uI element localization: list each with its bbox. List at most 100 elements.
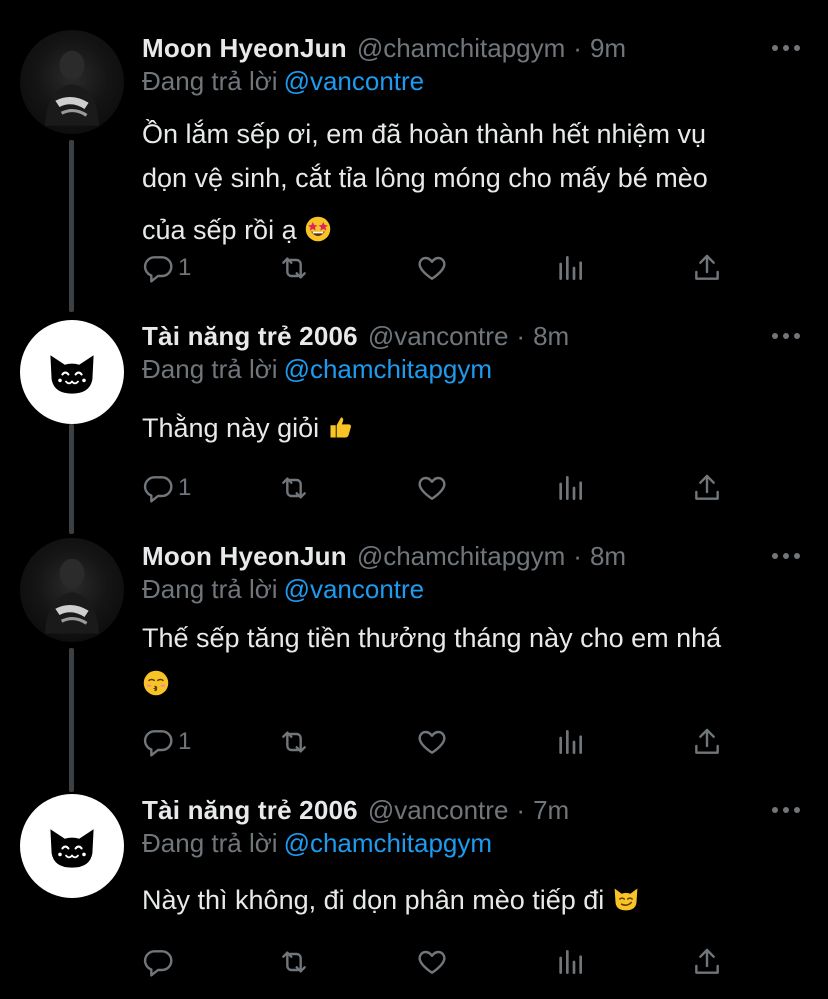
heart-icon <box>416 946 448 978</box>
display-name[interactable]: Tài năng trẻ 2006 <box>142 795 358 826</box>
star-struck-emoji-icon <box>304 215 332 243</box>
user-handle[interactable]: @chamchitapgym <box>357 541 565 572</box>
reply-icon <box>142 252 174 284</box>
kissing-face-emoji-icon <box>142 669 170 697</box>
tweet-text-line: Thằng này giỏi <box>142 406 782 450</box>
separator-dot: · <box>573 32 582 63</box>
reply-button[interactable] <box>142 944 178 980</box>
display-name[interactable]: Tài năng trẻ 2006 <box>142 321 358 352</box>
more-options-icon[interactable] <box>772 326 800 346</box>
reply-count: 1 <box>178 474 192 501</box>
analytics-button[interactable] <box>554 944 586 980</box>
user-handle[interactable]: @vancontre <box>368 321 509 352</box>
share-button[interactable] <box>691 470 723 506</box>
reply-button[interactable]: 1 <box>142 250 191 286</box>
thumbs-up-emoji-icon <box>327 413 355 441</box>
share-icon <box>691 726 723 758</box>
tweet-header: Moon HyeonJun @chamchitapgym · 9m <box>142 30 626 66</box>
replying-to: Đang trả lời @chamchitapgym <box>142 828 492 859</box>
replying-prefix: Đang trả lời <box>142 828 278 858</box>
display-name[interactable]: Moon HyeonJun <box>142 33 347 64</box>
smirking-cat-emoji-icon <box>612 885 640 913</box>
analytics-button[interactable] <box>554 470 586 506</box>
retweet-button[interactable] <box>278 250 310 286</box>
separator-dot: · <box>573 540 582 571</box>
analytics-button[interactable] <box>554 724 586 760</box>
share-icon <box>691 472 723 504</box>
tweet-text: Thế sếp tăng tiền thưởng tháng này cho e… <box>142 616 782 706</box>
replying-to: Đang trả lời @vancontre <box>142 66 424 97</box>
share-icon <box>691 946 723 978</box>
tweet-text: Thằng này giỏi <box>142 406 782 450</box>
tweet[interactable]: Moon HyeonJun @chamchitapgym · 9m Đang t… <box>0 30 828 300</box>
tweet-text: Ồn lắm sếp ơi, em đã hoàn thành hết nhiệ… <box>142 112 782 252</box>
reply-count: 1 <box>178 728 192 755</box>
person-photo-icon <box>20 538 124 642</box>
user-handle[interactable]: @vancontre <box>368 795 509 826</box>
tweet-text-line-last: của sếp rồi ạ <box>142 208 782 252</box>
replying-prefix: Đang trả lời <box>142 66 278 96</box>
reply-icon <box>142 472 174 504</box>
avatar[interactable] <box>20 30 124 134</box>
replying-prefix: Đang trả lời <box>142 574 278 604</box>
tweet-text-line: Này thì không, đi dọn phân mèo tiếp đi <box>142 878 782 922</box>
mention-link[interactable]: @chamchitapgym <box>284 354 492 384</box>
person-photo-icon <box>20 30 124 134</box>
retweet-icon <box>278 252 310 284</box>
like-button[interactable] <box>416 250 448 286</box>
share-button[interactable] <box>691 724 723 760</box>
reply-button[interactable]: 1 <box>142 470 191 506</box>
reply-button[interactable]: 1 <box>142 724 191 760</box>
mention-link[interactable]: @vancontre <box>284 66 425 96</box>
share-icon <box>691 252 723 284</box>
avatar[interactable] <box>20 320 124 424</box>
like-button[interactable] <box>416 944 448 980</box>
timestamp[interactable]: 8m <box>533 321 569 352</box>
like-button[interactable] <box>416 470 448 506</box>
tweet-header: Moon HyeonJun @chamchitapgym · 8m <box>142 538 626 574</box>
timestamp[interactable]: 8m <box>590 541 626 572</box>
tweet[interactable]: Tài năng trẻ 2006 @vancontre · 8m Đang t… <box>0 318 828 518</box>
analytics-button[interactable] <box>554 250 586 286</box>
mention-link[interactable]: @vancontre <box>284 574 425 604</box>
reply-count: 1 <box>178 254 192 281</box>
bar-chart-icon <box>554 252 586 284</box>
tweet[interactable]: Moon HyeonJun @chamchitapgym · 8m Đang t… <box>0 538 828 768</box>
black-cat-icon <box>20 794 124 898</box>
retweet-button[interactable] <box>278 724 310 760</box>
like-button[interactable] <box>416 724 448 760</box>
replying-prefix: Đang trả lời <box>142 354 278 384</box>
share-button[interactable] <box>691 250 723 286</box>
reply-icon <box>142 726 174 758</box>
retweet-button[interactable] <box>278 944 310 980</box>
tweet-actions <box>142 944 732 980</box>
replying-to: Đang trả lời @vancontre <box>142 574 424 605</box>
share-button[interactable] <box>691 944 723 980</box>
retweet-button[interactable] <box>278 470 310 506</box>
more-options-icon[interactable] <box>772 38 800 58</box>
user-handle[interactable]: @chamchitapgym <box>357 33 565 64</box>
avatar[interactable] <box>20 538 124 642</box>
more-options-icon[interactable] <box>772 800 800 820</box>
display-name[interactable]: Moon HyeonJun <box>142 541 347 572</box>
black-cat-icon <box>20 320 124 424</box>
timestamp[interactable]: 9m <box>590 33 626 64</box>
retweet-icon <box>278 946 310 978</box>
reply-icon <box>142 946 174 978</box>
separator-dot: · <box>516 794 526 825</box>
tweet-header: Tài năng trẻ 2006 @vancontre · 8m <box>142 318 569 354</box>
mention-link[interactable]: @chamchitapgym <box>284 828 492 858</box>
tweet-text-line: dọn vệ sinh, cắt tỉa lông móng cho mấy b… <box>142 163 708 193</box>
replying-to: Đang trả lời @chamchitapgym <box>142 354 492 385</box>
separator-dot: · <box>516 320 526 351</box>
tweet-text-line-last <box>142 662 782 706</box>
tweet-actions: 1 <box>142 724 732 760</box>
bar-chart-icon <box>554 726 586 758</box>
tweet[interactable]: Tài năng trẻ 2006 @vancontre · 7m Đang t… <box>0 792 828 992</box>
timestamp[interactable]: 7m <box>533 795 569 826</box>
bar-chart-icon <box>554 946 586 978</box>
avatar[interactable] <box>20 794 124 898</box>
more-options-icon[interactable] <box>772 546 800 566</box>
heart-icon <box>416 472 448 504</box>
tweet-header: Tài năng trẻ 2006 @vancontre · 7m <box>142 792 569 828</box>
